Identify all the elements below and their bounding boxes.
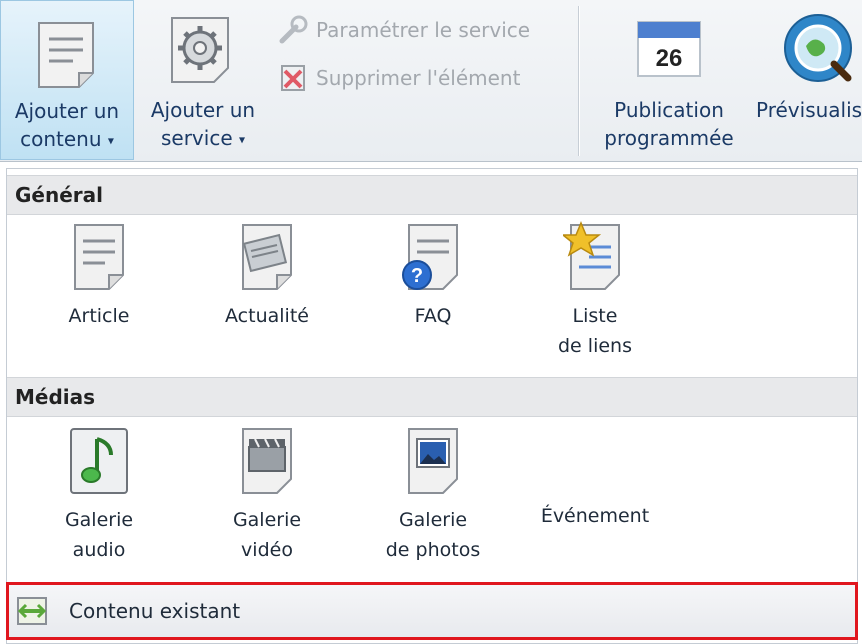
menu-item-label: Liste de liens bbox=[558, 305, 632, 357]
configure-service-button[interactable]: Paramétrer le service bbox=[276, 10, 530, 50]
news-icon bbox=[242, 224, 292, 290]
menu-item-event[interactable]: Événement bbox=[515, 425, 675, 531]
group-header-media: Médias bbox=[7, 377, 857, 417]
delete-item-label: Supprimer l'élément bbox=[316, 66, 521, 90]
menu-item-audio-gallery[interactable]: Galerie audio bbox=[19, 425, 179, 565]
delete-icon bbox=[281, 65, 305, 91]
ribbon-toolbar: Ajouter un contenu ▾ Ajouter un service bbox=[0, 0, 862, 162]
menu-item-article[interactable]: Article bbox=[19, 221, 179, 331]
video-gallery-icon bbox=[242, 428, 292, 494]
scheduled-publication-label-1: Publication bbox=[614, 98, 724, 122]
menu-item-label: Article bbox=[68, 305, 130, 327]
dropdown-caret-icon: ▾ bbox=[238, 132, 246, 147]
existing-content-button[interactable]: Contenu existant bbox=[6, 582, 858, 640]
add-service-label-1: Ajouter un bbox=[150, 98, 256, 122]
scheduled-publication-button[interactable]: 26 Publication programmée bbox=[594, 0, 744, 160]
calendar-icon: 26 bbox=[637, 21, 701, 77]
photo-gallery-icon bbox=[408, 428, 458, 494]
add-content-menu: Général Article Actualité ? FAQ Liste de… bbox=[6, 168, 858, 644]
wrench-icon bbox=[279, 15, 308, 44]
delete-item-button[interactable]: Supprimer l'élément bbox=[276, 58, 520, 98]
add-service-button[interactable]: Ajouter un service ▾ bbox=[138, 0, 268, 160]
preview-button[interactable]: Prévisualis bbox=[748, 0, 862, 160]
audio-gallery-icon bbox=[70, 428, 128, 494]
menu-item-photo-gallery[interactable]: Galerie de photos bbox=[353, 425, 513, 565]
configure-service-label: Paramétrer le service bbox=[316, 18, 531, 42]
menu-item-label: Événement bbox=[540, 505, 650, 527]
add-service-label-2: service bbox=[160, 126, 233, 150]
dropdown-caret-icon: ▾ bbox=[107, 133, 114, 148]
group-header-general: Général bbox=[7, 175, 857, 215]
menu-item-label: Galerie vidéo bbox=[232, 509, 302, 561]
menu-item-label: FAQ bbox=[414, 305, 452, 327]
menu-item-news[interactable]: Actualité bbox=[187, 221, 347, 331]
preview-globe-icon bbox=[784, 14, 852, 82]
menu-item-faq[interactable]: ? FAQ bbox=[353, 221, 513, 331]
article-icon bbox=[74, 224, 124, 290]
ribbon-separator bbox=[578, 6, 579, 156]
calendar-day: 26 bbox=[656, 45, 683, 72]
faq-icon: ? bbox=[402, 224, 458, 290]
existing-content-icon bbox=[17, 597, 47, 625]
scheduled-publication-label-2: programmée bbox=[604, 126, 734, 150]
link-list-icon bbox=[560, 221, 620, 290]
preview-label: Prévisualis bbox=[756, 98, 862, 122]
menu-item-label: Galerie de photos bbox=[385, 509, 481, 561]
svg-text:?: ? bbox=[411, 265, 423, 287]
menu-item-label: Galerie audio bbox=[64, 509, 134, 561]
document-icon bbox=[38, 22, 94, 88]
menu-item-label: Actualité bbox=[225, 305, 309, 327]
existing-content-label: Contenu existant bbox=[69, 599, 241, 623]
menu-item-link-list[interactable]: Liste de liens bbox=[515, 221, 675, 361]
event-icon bbox=[563, 425, 627, 497]
add-content-label-2: contenu bbox=[20, 127, 102, 151]
add-content-label-1: Ajouter un bbox=[14, 99, 120, 123]
gear-document-icon bbox=[171, 17, 229, 83]
add-content-button[interactable]: Ajouter un contenu ▾ bbox=[0, 0, 134, 160]
menu-item-video-gallery[interactable]: Galerie vidéo bbox=[187, 425, 347, 565]
